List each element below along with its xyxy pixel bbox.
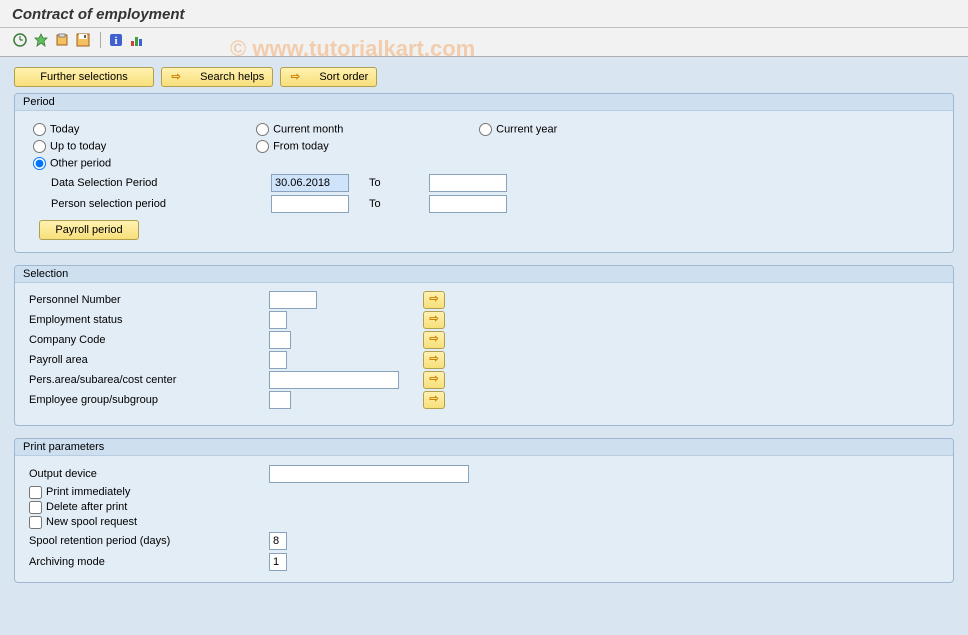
page-title: Contract of employment bbox=[12, 6, 956, 23]
toolbar: i bbox=[0, 28, 968, 57]
further-selections-button[interactable]: Further selections bbox=[14, 67, 154, 87]
person-selection-period-label: Person selection period bbox=[51, 198, 271, 210]
jobs-icon[interactable] bbox=[54, 32, 70, 48]
data-selection-from-input[interactable] bbox=[271, 174, 349, 192]
data-selection-period-label: Data Selection Period bbox=[51, 177, 271, 189]
print-immediately-checkbox[interactable]: Print immediately bbox=[29, 486, 130, 498]
spool-retention-input[interactable] bbox=[269, 532, 287, 550]
new-spool-request-checkbox[interactable]: New spool request bbox=[29, 516, 137, 528]
delete-after-print-checkbox[interactable]: Delete after print bbox=[29, 501, 127, 513]
data-selection-to-label: To bbox=[369, 177, 429, 189]
output-device-input[interactable] bbox=[269, 465, 469, 483]
period-header: Period bbox=[15, 94, 953, 111]
pers-area-label: Pers.area/subarea/cost center bbox=[29, 374, 269, 386]
company-code-multi-button[interactable]: ⇨ bbox=[423, 331, 445, 349]
payroll-area-multi-button[interactable]: ⇨ bbox=[423, 351, 445, 369]
employment-status-label: Employment status bbox=[29, 314, 269, 326]
employee-group-input[interactable] bbox=[269, 391, 291, 409]
payroll-area-label: Payroll area bbox=[29, 354, 269, 366]
period-panel: Period Today Current month Current year … bbox=[14, 93, 954, 253]
payroll-area-input[interactable] bbox=[269, 351, 287, 369]
pers-area-input[interactable] bbox=[269, 371, 399, 389]
svg-text:i: i bbox=[115, 35, 118, 47]
company-code-label: Company Code bbox=[29, 334, 269, 346]
personnel-number-multi-button[interactable]: ⇨ bbox=[423, 291, 445, 309]
radio-current-month[interactable]: Current month bbox=[256, 123, 396, 136]
sort-order-button[interactable]: ⇨ Sort order bbox=[280, 67, 377, 87]
execute-icon[interactable] bbox=[12, 32, 28, 48]
employee-group-label: Employee group/subgroup bbox=[29, 394, 269, 406]
company-code-input[interactable] bbox=[269, 331, 291, 349]
employment-status-multi-button[interactable]: ⇨ bbox=[423, 311, 445, 329]
payroll-period-button[interactable]: Payroll period bbox=[39, 220, 139, 240]
radio-from-today[interactable]: From today bbox=[256, 140, 396, 153]
personnel-number-input[interactable] bbox=[269, 291, 317, 309]
employment-status-input[interactable] bbox=[269, 311, 287, 329]
archiving-mode-input[interactable] bbox=[269, 553, 287, 571]
stats-icon[interactable] bbox=[129, 32, 145, 48]
spool-retention-label: Spool retention period (days) bbox=[29, 535, 269, 547]
person-selection-to-label: To bbox=[369, 198, 429, 210]
arrow-right-icon: ⇨ bbox=[289, 70, 301, 84]
header-bar: Contract of employment bbox=[0, 0, 968, 28]
pers-area-multi-button[interactable]: ⇨ bbox=[423, 371, 445, 389]
toolbar-divider bbox=[100, 32, 101, 48]
radio-today[interactable]: Today bbox=[33, 123, 173, 136]
personnel-number-label: Personnel Number bbox=[29, 294, 269, 306]
output-device-label: Output device bbox=[29, 468, 269, 480]
data-selection-to-input[interactable] bbox=[429, 174, 507, 192]
radio-current-year[interactable]: Current year bbox=[479, 123, 619, 136]
radio-up-to-today[interactable]: Up to today bbox=[33, 140, 173, 153]
top-button-row: Further selections ⇨ Search helps ⇨ Sort o… bbox=[0, 57, 968, 93]
selection-header: Selection bbox=[15, 266, 953, 283]
person-selection-from-input[interactable] bbox=[271, 195, 349, 213]
print-header: Print parameters bbox=[15, 439, 953, 456]
search-helps-button[interactable]: ⇨ Search helps bbox=[161, 67, 273, 87]
arrow-right-icon: ⇨ bbox=[170, 70, 182, 84]
radio-other-period[interactable]: Other period bbox=[33, 157, 173, 170]
info-icon[interactable]: i bbox=[108, 32, 124, 48]
archiving-mode-label: Archiving mode bbox=[29, 556, 269, 568]
save-icon[interactable] bbox=[75, 32, 91, 48]
sort-order-label: Sort order bbox=[319, 71, 368, 83]
person-selection-to-input[interactable] bbox=[429, 195, 507, 213]
employee-group-multi-button[interactable]: ⇨ bbox=[423, 391, 445, 409]
selection-panel: Selection Personnel Number ⇨ Employment … bbox=[14, 265, 954, 426]
variant-icon[interactable] bbox=[33, 32, 49, 48]
search-helps-label: Search helps bbox=[200, 71, 264, 83]
print-parameters-panel: Print parameters Output device Print imm… bbox=[14, 438, 954, 583]
